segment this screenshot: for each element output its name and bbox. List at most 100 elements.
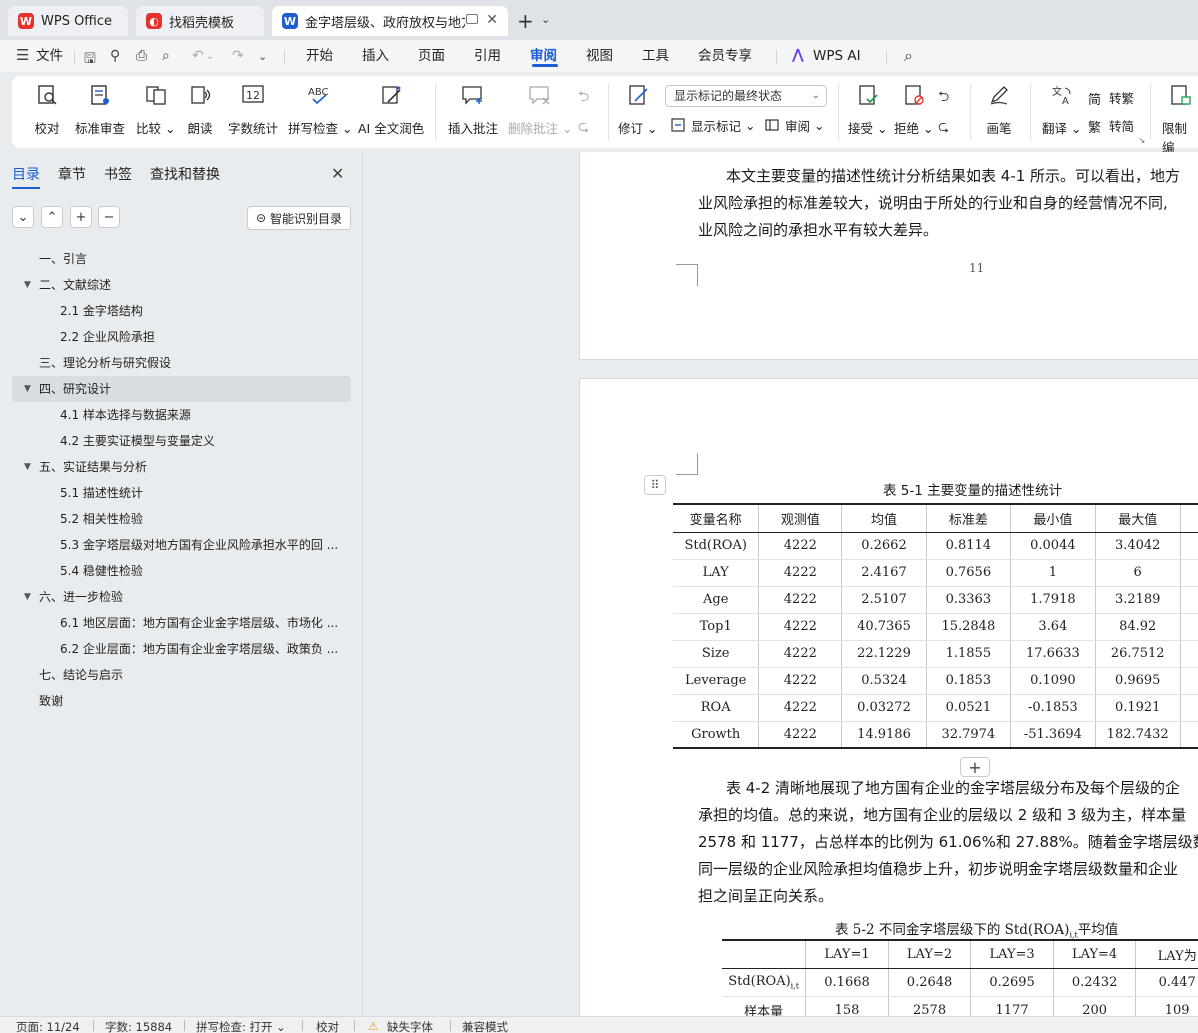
restrict-edit-button[interactable]: 限制编 — [1162, 82, 1198, 156]
menu-review[interactable]: 审阅 — [530, 40, 557, 72]
menu-file[interactable]: 文件 — [36, 40, 63, 72]
toc-item[interactable]: ▼ 二、文献综述 — [12, 272, 351, 298]
expand-caret-icon[interactable]: ▼ — [24, 454, 31, 480]
delete-comment-button[interactable]: 删除批注 ⌄ — [508, 82, 572, 137]
chevron-down-icon[interactable]: ⌄ — [541, 13, 550, 26]
table-cell: 3.2189 — [1094, 586, 1181, 614]
to-traditional-button[interactable]: 简 转繁 — [1088, 88, 1134, 108]
expand-up-button[interactable]: ⌃ — [41, 206, 63, 228]
tab-template[interactable]: ◐ 找稻壳模板 — [136, 6, 264, 36]
ai-polish-button[interactable]: AI 全文润色 — [358, 82, 424, 137]
tab-bookmarks[interactable]: 书签 — [104, 164, 132, 184]
menu-home[interactable]: 开始 — [306, 40, 333, 72]
toc-item[interactable]: ▼ 四、研究设计 — [12, 376, 351, 402]
toc-item[interactable]: ▼ 五、实证结果与分析 — [12, 454, 351, 480]
expand-caret-icon[interactable]: ▼ — [24, 376, 31, 402]
menu-page[interactable]: 页面 — [418, 40, 445, 72]
search-icon[interactable]: ⌕ — [904, 46, 913, 66]
tab-wps-office[interactable]: W WPS Office — [8, 6, 128, 36]
expand-caret-icon[interactable]: ▼ — [24, 272, 31, 298]
toc-item[interactable]: 6.2 企业层面：地方国有企业金字塔层级、政策负 ... — [12, 636, 351, 662]
show-markup-button[interactable]: 显示标记 ⌄ — [670, 116, 755, 135]
toc-item-label: 致谢 — [39, 694, 64, 708]
next-change-icon[interactable]: ⮎ — [938, 116, 949, 140]
close-tab-icon[interactable]: ✕ — [486, 12, 498, 28]
toc-item[interactable]: 5.4 稳健性检验 — [12, 558, 351, 584]
next-comment-icon[interactable]: ⮎ — [578, 116, 589, 140]
translate-button[interactable]: 文A 翻译 ⌄ — [1042, 82, 1081, 137]
markup-state-select[interactable]: 显示标记的最终状态 ⌄ — [665, 85, 827, 107]
table-cell: 0.2662 — [841, 532, 927, 560]
toc-item[interactable]: 6.1 地区层面：地方国有企业金字塔层级、市场化 ... — [12, 610, 351, 636]
compat-mode-indicator[interactable]: 兼容模式 — [462, 1019, 508, 1033]
word-count-button[interactable]: 12 字数统计 — [228, 82, 278, 137]
toc-item[interactable]: 致谢 — [12, 688, 351, 714]
pen-button[interactable]: 画笔 — [986, 82, 1012, 137]
toc-item[interactable]: 5.2 相关性检验 — [12, 506, 351, 532]
toc-item[interactable]: 4.1 样本选择与数据来源 — [12, 402, 351, 428]
undo-dropdown-icon[interactable]: ⌄ — [206, 51, 214, 62]
add-row-button[interactable]: + — [960, 757, 990, 777]
spell-check-indicator[interactable]: 拼写检查: 打开 ⌄ — [196, 1019, 286, 1033]
hamburger-icon[interactable]: ☰ — [16, 46, 29, 64]
menu-wps-ai[interactable]: WPS AI — [813, 40, 861, 72]
proof-indicator[interactable]: 校对 — [316, 1019, 339, 1033]
revise-button[interactable]: 修订 ⌄ — [618, 82, 657, 137]
pin-icon[interactable]: ⚲ — [110, 48, 120, 64]
missing-font-indicator[interactable]: 缺失字体 — [387, 1019, 433, 1033]
tab-sections[interactable]: 章节 — [58, 164, 86, 184]
toc-item[interactable]: 三、理论分析与研究假设 — [12, 350, 351, 376]
standard-review-button[interactable]: 标准审查 — [75, 82, 125, 137]
to-simplified-button[interactable]: 繁 转简 — [1088, 116, 1134, 136]
tab-toc[interactable]: 目录 — [12, 164, 40, 184]
print-icon[interactable]: ⎙ — [136, 48, 147, 64]
more-chevron-icon[interactable]: ⌄ — [258, 50, 267, 63]
expand-caret-icon[interactable]: ▼ — [24, 584, 31, 610]
add-heading-button[interactable]: + — [70, 206, 92, 228]
table-header-row: LAY=1 LAY=2 LAY=3 LAY=4 LAY为 — [722, 939, 1198, 969]
menu-reference[interactable]: 引用 — [474, 40, 501, 72]
table-cell: 0.0521 — [925, 694, 1011, 722]
previous-change-icon[interactable]: ⮌ — [938, 86, 949, 110]
review-pane-button[interactable]: 审阅 ⌄ — [764, 116, 824, 135]
proofread-button[interactable]: 校对 — [34, 82, 60, 137]
print-preview-icon[interactable]: ⌕ — [162, 48, 170, 64]
word-count-indicator[interactable]: 字数: 15884 — [105, 1019, 172, 1033]
tab-document-label: 金字塔层级、政府放权与地方国 — [305, 15, 465, 31]
toc-item[interactable]: 5.3 金字塔层级对地方国有企业风险承担水平的回 ... — [12, 532, 351, 558]
toc-item[interactable]: 七、结论与启示 — [12, 662, 351, 688]
expand-dialog-icon[interactable]: ↘ — [1138, 136, 1146, 146]
collapse-all-button[interactable]: ⌄ — [12, 206, 34, 228]
read-aloud-button[interactable]: 朗读 — [187, 82, 213, 137]
menu-insert[interactable]: 插入 — [362, 40, 389, 72]
toc-item[interactable]: ▼ 六、进一步检验 — [12, 584, 351, 610]
ribbon-divider — [435, 84, 436, 140]
standard-review-icon — [87, 82, 113, 108]
new-tab-button[interactable]: + — [517, 9, 534, 33]
accept-button[interactable]: 接受 ⌄ — [848, 82, 887, 137]
menu-view[interactable]: 视图 — [586, 40, 613, 72]
remove-heading-button[interactable]: − — [98, 206, 120, 228]
toc-item[interactable]: 4.2 主要实证模型与变量定义 — [12, 428, 351, 454]
table-move-handle[interactable]: ⠿ — [644, 475, 666, 495]
menu-member[interactable]: 会员专享 — [698, 40, 752, 72]
toc-item[interactable]: 2.1 金字塔结构 — [12, 298, 351, 324]
redo-icon[interactable]: ↷ — [232, 48, 244, 64]
page-indicator[interactable]: 页面: 11/24 — [16, 1019, 80, 1033]
close-pane-icon[interactable]: ✕ — [331, 164, 344, 183]
toc-item[interactable]: 5.1 描述性统计 — [12, 480, 351, 506]
spell-check-button[interactable]: ABC 拼写检查 ⌄ — [288, 82, 352, 137]
compare-button[interactable]: 比较 ⌄ — [136, 82, 175, 137]
tab-document[interactable]: W 金字塔层级、政府放权与地方国 ✕ — [272, 6, 508, 36]
toc-item[interactable]: 2.2 企业风险承担 — [12, 324, 351, 350]
save-icon[interactable]: 🖫 — [84, 48, 96, 72]
menu-tools[interactable]: 工具 — [642, 40, 669, 72]
insert-comment-button[interactable]: 插入批注 — [448, 82, 498, 137]
toc-item[interactable]: 一、引言 — [12, 246, 351, 272]
tab-find-replace[interactable]: 查找和替换 — [150, 164, 220, 184]
previous-comment-icon[interactable]: ⮌ — [578, 86, 589, 110]
undo-icon[interactable]: ↶ — [192, 48, 204, 64]
reject-button[interactable]: 拒绝 ⌄ — [894, 82, 933, 137]
smart-toc-button[interactable]: ⊝ 智能识别目录 — [247, 206, 351, 230]
screen-icon[interactable] — [466, 14, 478, 24]
